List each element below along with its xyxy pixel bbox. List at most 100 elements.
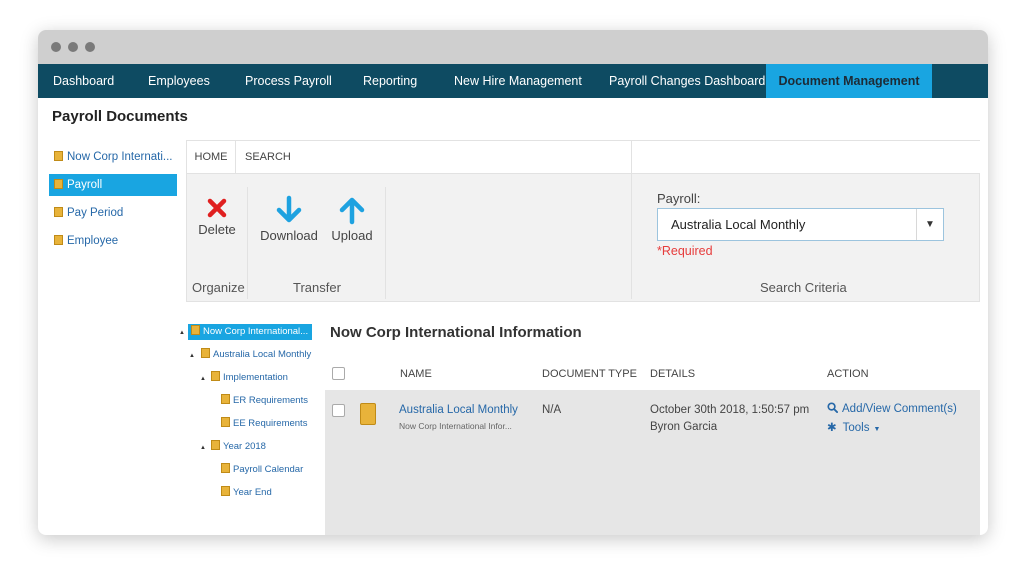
payroll-select[interactable]: Australia Local Monthly ▼ (657, 208, 944, 241)
folder-icon (201, 348, 210, 358)
window-titlebar (38, 30, 988, 64)
nav-new-hire-management[interactable]: New Hire Management (454, 64, 582, 98)
sidebar-item-pay-period[interactable]: Pay Period (49, 202, 177, 224)
select-all-checkbox[interactable] (332, 367, 345, 380)
column-header-name[interactable]: NAME (400, 368, 432, 380)
upload-label: Upload (331, 228, 373, 243)
tree-item-label: Year End (233, 487, 272, 498)
collapse-caret-icon[interactable]: ▲ (179, 330, 185, 336)
folder-icon (221, 417, 230, 427)
payroll-field-label: Payroll: (657, 191, 701, 206)
ribbon-tab-bar-right (631, 141, 980, 174)
collapse-caret-icon[interactable]: ▲ (189, 353, 195, 359)
documents-panel: Australia Local Monthly Now Corp Interna… (325, 390, 980, 535)
download-label: Download (260, 228, 318, 243)
sidebar-item-payroll[interactable]: Payroll (49, 174, 177, 196)
window-minimize-dot[interactable] (68, 42, 78, 52)
upload-button[interactable]: Upload (327, 195, 377, 243)
sidebar-item-label: Payroll (67, 179, 103, 191)
tools-dropdown[interactable]: ✱ Tools ▼ (827, 420, 880, 434)
folder-icon (54, 151, 63, 161)
upload-arrow-icon (339, 197, 365, 225)
document-name-link[interactable]: Australia Local Monthly (399, 404, 518, 416)
search-icon (827, 402, 838, 413)
details-user: Byron Garcia (650, 421, 718, 433)
nav-dashboard[interactable]: Dashboard (53, 64, 114, 98)
add-view-comments-link[interactable]: Add/View Comment(s) (827, 402, 957, 415)
tree-item-label: EE Requirements (233, 418, 308, 429)
required-indicator: *Required (657, 244, 713, 258)
tree-item-year-2018[interactable]: Year 2018 (208, 439, 266, 455)
tree-item-label: Implementation (223, 372, 288, 383)
column-header-document-type[interactable]: DOCUMENT TYPE (542, 368, 637, 380)
payroll-select-value: Australia Local Monthly (671, 217, 806, 232)
collapse-caret-icon[interactable]: ▲ (200, 376, 206, 382)
caret-down-icon: ▼ (873, 426, 881, 433)
browser-window: Dashboard Employees Process Payroll Repo… (38, 30, 988, 535)
group-label-transfer: Transfer (293, 280, 341, 295)
content-title: Now Corp International Information (330, 324, 582, 341)
tree-item-now-corp[interactable]: Now Corp International... (188, 324, 313, 340)
group-label-organize: Organize (192, 280, 245, 295)
tree-item-implementation[interactable]: Implementation (208, 370, 288, 386)
tree-item-label: ER Requirements (233, 395, 308, 406)
document-subtitle: Now Corp International Infor... (399, 421, 512, 431)
folder-icon (221, 463, 230, 473)
tab-home[interactable]: HOME (187, 141, 236, 173)
nav-payroll-changes-dashboard[interactable]: Payroll Changes Dashboard (609, 64, 765, 98)
tools-label: Tools (842, 422, 870, 434)
tree-item-year-end[interactable]: Year End (218, 485, 272, 501)
folder-icon (211, 440, 220, 450)
nav-process-payroll[interactable]: Process Payroll (245, 64, 332, 98)
download-arrow-icon (276, 195, 302, 223)
ribbon-divider (247, 187, 248, 299)
document-type-value: N/A (542, 404, 562, 416)
download-button[interactable]: Download (257, 195, 321, 243)
sidebar-item-employee[interactable]: Employee (49, 230, 177, 252)
row-checkbox[interactable] (332, 404, 345, 417)
sidebar-item-now-corp[interactable]: Now Corp Internati... (49, 146, 177, 168)
ribbon-divider (631, 173, 632, 299)
sidebar-item-label: Employee (67, 235, 119, 247)
tree-item-er-requirements[interactable]: ER Requirements (218, 393, 308, 409)
page-title: Payroll Documents (52, 108, 188, 125)
delete-label: Delete (198, 222, 236, 237)
folder-icon (191, 325, 200, 335)
tree-item-label: Australia Local Monthly (213, 349, 312, 360)
folder-icon (54, 207, 63, 217)
window-close-dot[interactable] (51, 42, 61, 52)
tree-item-ee-requirements[interactable]: EE Requirements (218, 416, 307, 432)
sidebar-item-label: Now Corp Internati... (67, 151, 173, 163)
tree-item-label: Year 2018 (223, 441, 266, 452)
collapse-caret-icon[interactable]: ▲ (200, 445, 206, 451)
delete-x-icon (207, 198, 227, 218)
tree-item-label: Payroll Calendar (233, 464, 304, 475)
folder-icon (211, 371, 220, 381)
folder-icon (221, 394, 230, 404)
gear-icon: ✱ (827, 422, 837, 434)
group-label-search-criteria: Search Criteria (760, 280, 847, 295)
ribbon-tab-bar: HOME SEARCH (187, 141, 631, 174)
details-date: October 30th 2018, 1:50:57 pm (650, 404, 810, 416)
folder-icon (360, 403, 376, 425)
folder-icon (221, 486, 230, 496)
folder-icon (54, 179, 63, 189)
nav-document-management[interactable]: Document Management (766, 64, 932, 98)
tree-item-australia-local-monthly[interactable]: Australia Local Monthly (198, 347, 311, 363)
add-view-comments-label: Add/View Comment(s) (842, 403, 957, 415)
sidebar-item-label: Pay Period (67, 207, 124, 219)
tree-item-payroll-calendar[interactable]: Payroll Calendar (218, 462, 303, 478)
column-header-action: ACTION (827, 368, 869, 380)
toolbar-ribbon: HOME SEARCH Delete Download Upload Organ… (186, 140, 980, 302)
dropdown-arrow-icon[interactable]: ▼ (916, 209, 943, 240)
nav-employees[interactable]: Employees (148, 64, 210, 98)
window-maximize-dot[interactable] (85, 42, 95, 52)
ribbon-divider (385, 187, 386, 299)
folder-icon (54, 235, 63, 245)
tree-item-label: Now Corp International... (203, 326, 309, 337)
delete-button[interactable]: Delete (193, 197, 241, 237)
main-nav: Dashboard Employees Process Payroll Repo… (38, 64, 988, 98)
tab-search[interactable]: SEARCH (245, 141, 291, 173)
column-header-details[interactable]: DETAILS (650, 368, 695, 380)
nav-reporting[interactable]: Reporting (363, 64, 417, 98)
